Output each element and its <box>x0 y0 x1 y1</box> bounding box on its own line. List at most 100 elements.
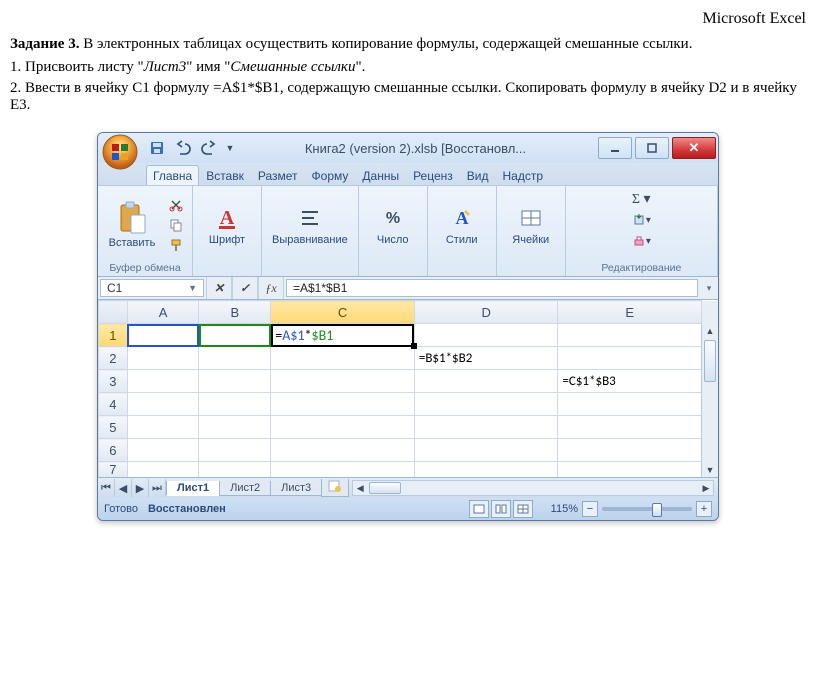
paste-button[interactable]: Вставить <box>104 199 160 251</box>
tab-insert[interactable]: Вставк <box>199 165 251 185</box>
svg-text:A: A <box>220 207 235 229</box>
col-header-d[interactable]: D <box>414 301 558 324</box>
tab-nav: ⏮ ◀ ▶ ⏭ <box>98 479 166 497</box>
tab-formulas[interactable]: Форму <box>305 165 356 185</box>
window-controls: ✕ <box>595 137 716 159</box>
cell-a2[interactable] <box>127 347 199 370</box>
cell-c1[interactable]: =A$1*$B1 <box>271 324 415 347</box>
expand-formula-icon[interactable]: ▾ <box>700 277 718 299</box>
view-page-layout-icon[interactable] <box>491 500 511 518</box>
tab-nav-first[interactable]: ⏮ <box>98 479 115 497</box>
row-header-7[interactable]: 7 <box>99 462 128 478</box>
row-header-2[interactable]: 2 <box>99 347 128 370</box>
cell-d3[interactable] <box>414 370 558 393</box>
cell-b2[interactable] <box>199 347 271 370</box>
tab-review[interactable]: Реценз <box>406 165 460 185</box>
page-app-name: Microsoft Excel <box>10 10 806 28</box>
format-painter-icon[interactable] <box>166 236 186 254</box>
font-button[interactable]: A Шрифт <box>199 202 255 248</box>
ribbon-tabs: Главна Вставк Размет Форму Данны Реценз … <box>98 163 718 185</box>
undo-icon[interactable] <box>172 137 194 159</box>
group-font: A Шрифт <box>193 186 262 276</box>
save-icon[interactable] <box>146 137 168 159</box>
formula-bar: C1▼ ✕ ✓ ƒx =A$1*$B1 ▾ <box>98 277 718 300</box>
maximize-button[interactable] <box>635 137 669 159</box>
cell-d1[interactable] <box>414 324 558 347</box>
cell-b3[interactable] <box>199 370 271 393</box>
row-header-1[interactable]: 1 <box>99 324 128 347</box>
tab-home[interactable]: Главна <box>146 165 199 185</box>
zoom-out-button[interactable]: − <box>582 501 598 517</box>
row-header-4[interactable]: 4 <box>99 393 128 416</box>
cut-icon[interactable] <box>166 196 186 214</box>
col-header-b[interactable]: B <box>199 301 271 324</box>
zoom-control: 115% − + <box>551 501 712 517</box>
cell-e1[interactable] <box>558 324 702 347</box>
col-header-a[interactable]: A <box>127 301 199 324</box>
alignment-button[interactable]: Выравнивание <box>268 202 352 248</box>
group-editing: Σ ▾ ▾ ▾ Редактирование <box>566 186 718 276</box>
quick-access-toolbar: ▼ <box>146 137 236 159</box>
worksheet-grid: A B C D E 1 =A$1*$B1 <box>98 300 718 477</box>
vertical-scrollbar[interactable]: ▲▼ <box>701 324 718 478</box>
horizontal-scrollbar[interactable]: ◀▶ <box>352 480 714 496</box>
cell-d2[interactable]: =B$1*$B2 <box>414 347 558 370</box>
tab-data[interactable]: Данны <box>355 165 406 185</box>
zoom-value[interactable]: 115% <box>551 503 578 515</box>
row-header-6[interactable]: 6 <box>99 439 128 462</box>
status-recovered: Восстановлен <box>148 503 226 515</box>
minimize-button[interactable] <box>598 137 632 159</box>
zoom-slider[interactable] <box>602 507 692 511</box>
autosum-icon[interactable]: Σ ▾ <box>632 190 651 208</box>
sheet-tab-2[interactable]: Лист2 <box>219 481 271 496</box>
group-cells: Ячейки <box>497 186 566 276</box>
select-all-corner[interactable] <box>99 301 128 324</box>
view-page-break-icon[interactable] <box>513 500 533 518</box>
styles-button[interactable]: A Стили <box>434 202 490 248</box>
tab-addins[interactable]: Надстр <box>496 165 551 185</box>
cells-button[interactable]: Ячейки <box>503 202 559 248</box>
cell-c2[interactable] <box>271 347 415 370</box>
cell-c3[interactable] <box>271 370 415 393</box>
group-styles: A Стили <box>428 186 497 276</box>
row-header-5[interactable]: 5 <box>99 416 128 439</box>
cell-a3[interactable] <box>127 370 199 393</box>
tab-nav-next[interactable]: ▶ <box>132 479 149 497</box>
number-button[interactable]: % Число <box>365 202 421 248</box>
clear-icon[interactable]: ▾ <box>632 232 651 250</box>
new-sheet-icon[interactable] <box>321 479 349 497</box>
enter-button[interactable]: ✓ <box>232 277 258 299</box>
task-text: В электронных таблицах осуществить копир… <box>79 36 692 52</box>
col-header-c[interactable]: C <box>271 301 415 324</box>
cell-e3[interactable]: =C$1*$B3 <box>558 370 702 393</box>
zoom-in-button[interactable]: + <box>696 501 712 517</box>
sheet-tab-1[interactable]: Лист1 <box>166 481 220 496</box>
name-box[interactable]: C1▼ <box>100 279 204 297</box>
row-header-3[interactable]: 3 <box>99 370 128 393</box>
sheet-tab-3[interactable]: Лист3 <box>270 481 322 496</box>
fx-icon[interactable]: ƒx <box>258 277 284 299</box>
office-button[interactable] <box>100 132 140 172</box>
group-number: % Число <box>359 186 428 276</box>
copy-icon[interactable] <box>166 216 186 234</box>
tab-layout[interactable]: Размет <box>251 165 305 185</box>
view-normal-icon[interactable] <box>469 500 489 518</box>
ribbon: Вставить Буфер обмена A Шрифт <box>98 185 718 277</box>
tab-view[interactable]: Вид <box>460 165 496 185</box>
cell-b1[interactable] <box>199 324 271 347</box>
redo-icon[interactable] <box>198 137 220 159</box>
cell-e2[interactable] <box>558 347 702 370</box>
cancel-button[interactable]: ✕ <box>206 277 232 299</box>
step-2: 2. Ввести в ячейку C1 формулу =A$1*$B1, … <box>10 80 806 114</box>
formula-input[interactable]: =A$1*$B1 <box>286 279 698 297</box>
step-1: 1. Присвоить листу "Лист3" имя "Смешанны… <box>10 59 806 76</box>
qat-customize-icon[interactable]: ▼ <box>224 137 236 159</box>
tab-nav-prev[interactable]: ◀ <box>115 479 132 497</box>
sheet-tabs-bar: ⏮ ◀ ▶ ⏭ Лист1 Лист2 Лист3 ◀▶ <box>98 477 718 498</box>
col-header-e[interactable]: E <box>558 301 702 324</box>
cell-a1[interactable] <box>127 324 199 347</box>
fill-icon[interactable]: ▾ <box>632 211 651 229</box>
close-button[interactable]: ✕ <box>672 137 716 159</box>
window-title: Книга2 (version 2).xlsb [Восстановл... <box>236 141 595 156</box>
tab-nav-last[interactable]: ⏭ <box>149 479 166 497</box>
